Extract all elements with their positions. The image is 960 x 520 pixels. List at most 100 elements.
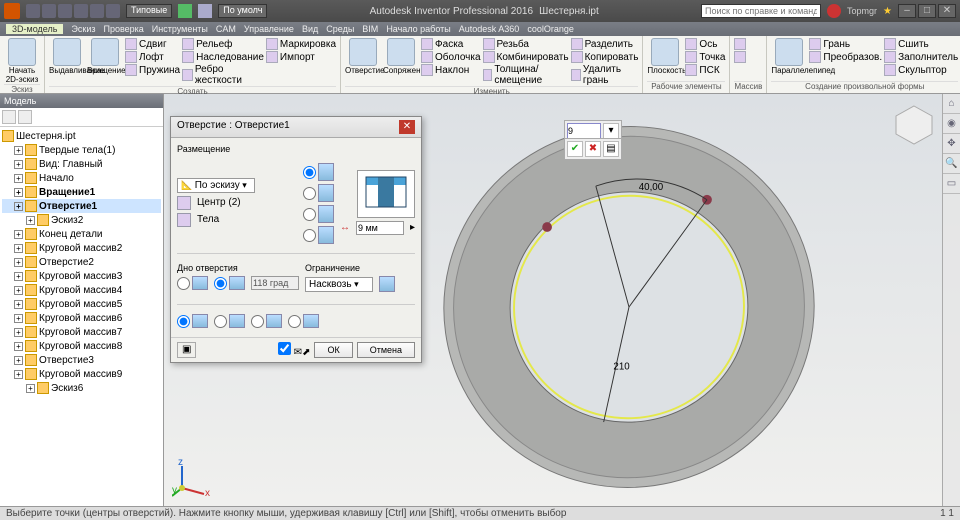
tree-node[interactable]: +Отверстие1 (2, 199, 161, 213)
qat-style-dropdown[interactable]: Типовые (126, 4, 172, 18)
expand-icon[interactable]: + (14, 356, 23, 365)
tree-node[interactable]: +Конец детали (2, 227, 161, 241)
cmd-rect-pattern[interactable] (734, 38, 746, 50)
cmd-thicken[interactable]: Толщина/ смещение (483, 64, 569, 86)
nav-home-icon[interactable]: ⌂ (943, 94, 960, 114)
tree-node[interactable]: +Круговой массив5 (2, 297, 161, 311)
expand-icon[interactable]: + (14, 286, 23, 295)
tree-node[interactable]: +Вращение1 (2, 185, 161, 199)
expand-icon[interactable]: + (14, 244, 23, 253)
tab-a360[interactable]: Autodesk A360 (459, 24, 520, 34)
tree-node[interactable]: +Отверстие3 (2, 353, 161, 367)
cmd-coil[interactable]: Пружина (125, 64, 180, 76)
centers-icon[interactable] (177, 196, 191, 210)
cmd-hole[interactable]: Отверстие (345, 38, 381, 86)
nav-zoom-icon[interactable]: 🔍 (943, 154, 960, 174)
placement-mode-dropdown[interactable]: 📐 По эскизу ▾ (177, 178, 255, 193)
dialog-titlebar[interactable]: Отверстие : Отверстие1 ✕ (171, 117, 421, 138)
maximize-button[interactable]: □ (918, 4, 936, 18)
tree-node[interactable]: +Вид: Главный (2, 157, 161, 171)
tab-coolorange[interactable]: coolOrange (527, 24, 574, 34)
tab-bim[interactable]: BIM (362, 24, 378, 34)
thread-tapped[interactable] (251, 314, 282, 328)
expand-icon[interactable]: + (14, 328, 23, 337)
tab-getstarted[interactable]: Начало работы (386, 24, 450, 34)
tree-node[interactable]: +Эскиз6 (2, 381, 161, 395)
ok-button[interactable]: ОК (314, 342, 352, 358)
dialog-close-button[interactable]: ✕ (399, 120, 415, 134)
tab-inspect[interactable]: Проверка (103, 24, 143, 34)
holetype-countersink[interactable] (303, 226, 334, 244)
browser-header[interactable]: Модель (0, 94, 163, 108)
thread-taper[interactable] (288, 314, 319, 328)
expand-icon[interactable]: + (14, 174, 23, 183)
cmd-thread[interactable]: Резьба (483, 38, 569, 50)
cmd-face[interactable]: Грань (809, 38, 882, 50)
tab-3d-model[interactable]: 3D-модель (6, 24, 63, 34)
hole-center-2[interactable] (542, 222, 552, 232)
user-label[interactable]: Topmgr (847, 6, 877, 16)
options-icon[interactable]: ▤ (603, 141, 619, 157)
search-input[interactable] (701, 4, 821, 18)
expand-icon[interactable]: + (26, 384, 35, 393)
mini-dropdown-icon[interactable]: ▾ (603, 123, 619, 139)
tab-environments[interactable]: Среды (326, 24, 354, 34)
bottom-angle[interactable] (214, 276, 245, 290)
qat-btn6-icon[interactable] (106, 4, 120, 18)
cmd-combine[interactable]: Комбинировать (483, 51, 569, 63)
cmd-convert[interactable]: Преобразов. (809, 51, 882, 63)
cmd-point[interactable]: Точка (685, 51, 725, 63)
expand-icon[interactable]: + (14, 272, 23, 281)
cmd-axis[interactable]: Ось (685, 38, 725, 50)
expand-icon[interactable]: + (14, 160, 23, 169)
tree-node[interactable]: +Круговой массив8 (2, 339, 161, 353)
tree-node[interactable]: +Круговой массив4 (2, 283, 161, 297)
tree-node[interactable]: +Твердые тела(1) (2, 143, 161, 157)
tab-tools[interactable]: Инструменты (152, 24, 208, 34)
nav-pan-icon[interactable]: ✥ (943, 134, 960, 154)
cmd-ucs[interactable]: ПСК (685, 64, 725, 76)
cmd-delete-face[interactable]: Удалить грань (571, 64, 639, 86)
qat-btn5-icon[interactable] (90, 4, 104, 18)
expand-icon[interactable]: + (14, 300, 23, 309)
cmd-start-2d-sketch[interactable]: Начать 2D-эскиз (4, 38, 40, 84)
limit-mode-dropdown[interactable]: Насквозь ▾ (305, 277, 373, 292)
dialog-expand-icon[interactable]: ▣ (177, 342, 196, 358)
cmd-shell[interactable]: Оболочка (421, 51, 481, 63)
qat-icon-b[interactable] (198, 4, 212, 18)
close-button[interactable]: ✕ (938, 4, 956, 18)
gear-part[interactable]: 40,00 210 (434, 112, 824, 502)
thread-none[interactable] (177, 314, 208, 328)
expand-icon[interactable]: + (14, 370, 23, 379)
holetype-counterbore[interactable] (303, 184, 334, 202)
cancel-icon[interactable]: ✖ (585, 141, 601, 157)
cmd-import[interactable]: Импорт (266, 51, 336, 63)
nav-lookat-icon[interactable]: ▭ (943, 174, 960, 194)
tree-node[interactable]: +Круговой массив3 (2, 269, 161, 283)
cmd-patch[interactable]: Заполнитель (884, 51, 958, 63)
expand-icon[interactable]: + (14, 202, 23, 211)
hole-diameter-input[interactable] (356, 221, 404, 235)
dialog-apply-check[interactable]: ✉⬈ (278, 342, 311, 358)
nav-orbit-icon[interactable]: ◉ (943, 114, 960, 134)
apply-icon[interactable]: ✔ (567, 141, 583, 157)
expand-icon[interactable]: + (14, 342, 23, 351)
cmd-circ-pattern[interactable] (734, 51, 746, 63)
cmd-extrude[interactable]: Выдавливание (49, 38, 85, 86)
qat-icon-a[interactable] (178, 4, 192, 18)
cmd-decal[interactable]: Маркировка (266, 38, 336, 50)
help-icon[interactable] (827, 4, 841, 18)
cmd-sculpt[interactable]: Скульптор (884, 64, 958, 76)
tab-cam[interactable]: CAM (216, 24, 236, 34)
viewport-3d[interactable]: 40,00 210 ▾ ✔ ✖ ▤ Отверстие : Отверстие1… (164, 94, 960, 506)
cmd-plane[interactable]: Плоскость (647, 38, 683, 76)
app-logo-icon[interactable] (4, 3, 20, 19)
expand-icon[interactable]: + (14, 258, 23, 267)
tree-node[interactable]: +Отверстие2 (2, 255, 161, 269)
cmd-emboss[interactable]: Рельеф (182, 38, 264, 50)
tab-manage[interactable]: Управление (244, 24, 294, 34)
tab-view[interactable]: Вид (302, 24, 318, 34)
minimize-button[interactable]: – (898, 4, 916, 18)
expand-icon[interactable]: + (14, 188, 23, 197)
qat-redo-icon[interactable] (42, 4, 56, 18)
